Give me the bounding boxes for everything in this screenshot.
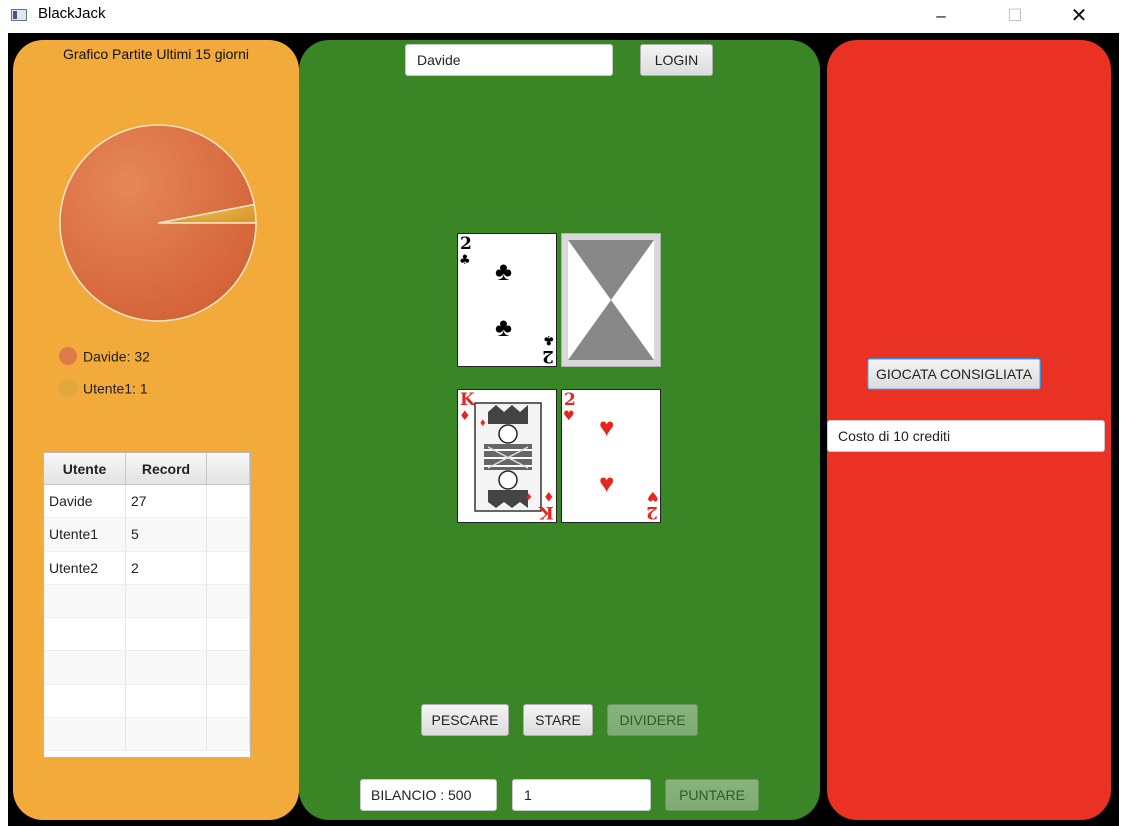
card-suit-bottom: ♥ <box>647 488 659 503</box>
card-rank-top: K <box>460 390 475 410</box>
heart-pip: ♥ <box>599 412 615 442</box>
chart-title: Grafico Partite Ultimi 15 giorni <box>63 46 249 62</box>
card-suit-bottom: ♦ <box>543 488 555 503</box>
table-body: Davide 27 Utente1 5 Utente2 2 <box>44 485 250 752</box>
legend-item-utente1: Utente1: 1 <box>59 377 148 398</box>
table-cell <box>207 551 250 584</box>
player-card-1: K ♦ ♦ ♦ K ♦ <box>457 389 557 523</box>
table-cell: Davide <box>44 485 126 518</box>
balance-field: BILANCIO : 500 <box>360 779 497 811</box>
bet-button[interactable]: PUNTARE <box>665 779 759 811</box>
table-cell <box>44 718 126 751</box>
games-pie-chart <box>59 124 257 322</box>
game-window: Grafico Partite Ultimi 15 giorni Davide:… <box>8 33 1119 826</box>
legend-dot-davide <box>59 347 77 366</box>
legend-dot-utente1 <box>59 379 77 398</box>
table-cell <box>207 684 250 718</box>
table-cell: 2 <box>126 551 207 584</box>
card-suit-top: ♦ <box>459 409 471 424</box>
legend-item-davide: Davide: 32 <box>59 345 150 366</box>
maximize-button[interactable]: ☐ <box>992 0 1038 32</box>
draw-button[interactable]: PESCARE <box>421 704 509 736</box>
table-cell <box>126 584 207 618</box>
pie-slice-davide <box>59 124 257 322</box>
split-button[interactable]: DIVIDERE <box>607 704 698 736</box>
table-cell <box>44 584 126 618</box>
table-cell <box>207 618 250 651</box>
stats-panel: Grafico Partite Ultimi 15 giorni Davide:… <box>13 40 299 820</box>
club-pip: ♣ <box>495 256 513 286</box>
card-suit-top: ♣ <box>459 253 471 268</box>
window-title: BlackJack <box>38 5 106 22</box>
column-header-record[interactable]: Record <box>126 453 207 484</box>
table-cell <box>207 518 250 551</box>
column-header-utente[interactable]: Utente <box>44 453 126 484</box>
table-row[interactable] <box>44 718 250 752</box>
bet-amount-input[interactable]: 1 <box>512 779 651 811</box>
minimize-button[interactable]: – <box>918 0 964 32</box>
heart-pip: ♥ <box>599 468 615 498</box>
king-face-artwork: ♦ ♦ <box>474 402 542 512</box>
table-cell <box>207 584 250 618</box>
svg-text:♦: ♦ <box>526 491 532 503</box>
table-cell: 27 <box>126 485 207 518</box>
table-row[interactable] <box>44 684 250 719</box>
table-cell <box>126 618 207 651</box>
svg-text:♦: ♦ <box>480 417 486 429</box>
player-card-2: 2 ♥ ♥ ♥ 2 ♥ <box>561 389 661 523</box>
login-button[interactable]: LOGIN <box>640 44 713 76</box>
table-header: Utente Record <box>44 453 250 485</box>
title-bar: BlackJack – ☐ ✕ <box>0 0 1128 32</box>
card-suit-bottom: ♣ <box>543 332 555 347</box>
records-table[interactable]: Utente Record Davide 27 Utente1 5 Utente2 2 <box>43 452 251 758</box>
table-cell <box>44 684 126 718</box>
table-cell <box>207 651 250 684</box>
card-rank-bottom: K <box>539 502 554 522</box>
table-row[interactable] <box>44 584 250 619</box>
table-cell: Utente2 <box>44 551 126 584</box>
table-row[interactable] <box>44 651 250 685</box>
card-rank-top: 2 <box>460 234 472 254</box>
close-button[interactable]: ✕ <box>1056 0 1102 32</box>
card-back-pattern <box>562 234 660 366</box>
table-cell <box>126 684 207 718</box>
username-input[interactable]: Davide <box>405 44 613 76</box>
club-pip: ♣ <box>495 312 513 342</box>
advice-cost-field: Costo di 10 crediti <box>827 420 1105 452</box>
card-rank-top: 2 <box>564 390 576 410</box>
advice-panel: GIOCATA CONSIGLIATA Costo di 10 crediti <box>827 40 1111 820</box>
table-row[interactable] <box>44 618 250 652</box>
table-cell <box>126 718 207 751</box>
table-cell <box>44 618 126 651</box>
table-row[interactable]: Utente2 2 <box>44 551 250 585</box>
table-row[interactable]: Utente1 5 <box>44 518 250 552</box>
table-cell <box>126 651 207 684</box>
table-cell: 5 <box>126 518 207 551</box>
table-row[interactable]: Davide 27 <box>44 485 250 519</box>
app-icon <box>11 9 27 21</box>
game-table: Davide LOGIN 2 ♣ ♣ ♣ 2 ♣ K ♦ ♦ ♦ K ♦ 2 ♥… <box>299 40 820 820</box>
dealer-card-face-down <box>561 233 661 367</box>
table-cell <box>207 485 250 518</box>
table-cell <box>44 651 126 684</box>
card-suit-top: ♥ <box>563 409 575 424</box>
dealer-card-1: 2 ♣ ♣ ♣ 2 ♣ <box>457 233 557 367</box>
card-rank-bottom: 2 <box>542 346 554 366</box>
table-cell <box>207 718 250 751</box>
stand-button[interactable]: STARE <box>523 704 593 736</box>
column-header-empty[interactable] <box>207 453 250 484</box>
table-cell: Utente1 <box>44 518 126 551</box>
suggested-play-button[interactable]: GIOCATA CONSIGLIATA <box>867 358 1041 390</box>
card-rank-bottom: 2 <box>646 502 658 522</box>
